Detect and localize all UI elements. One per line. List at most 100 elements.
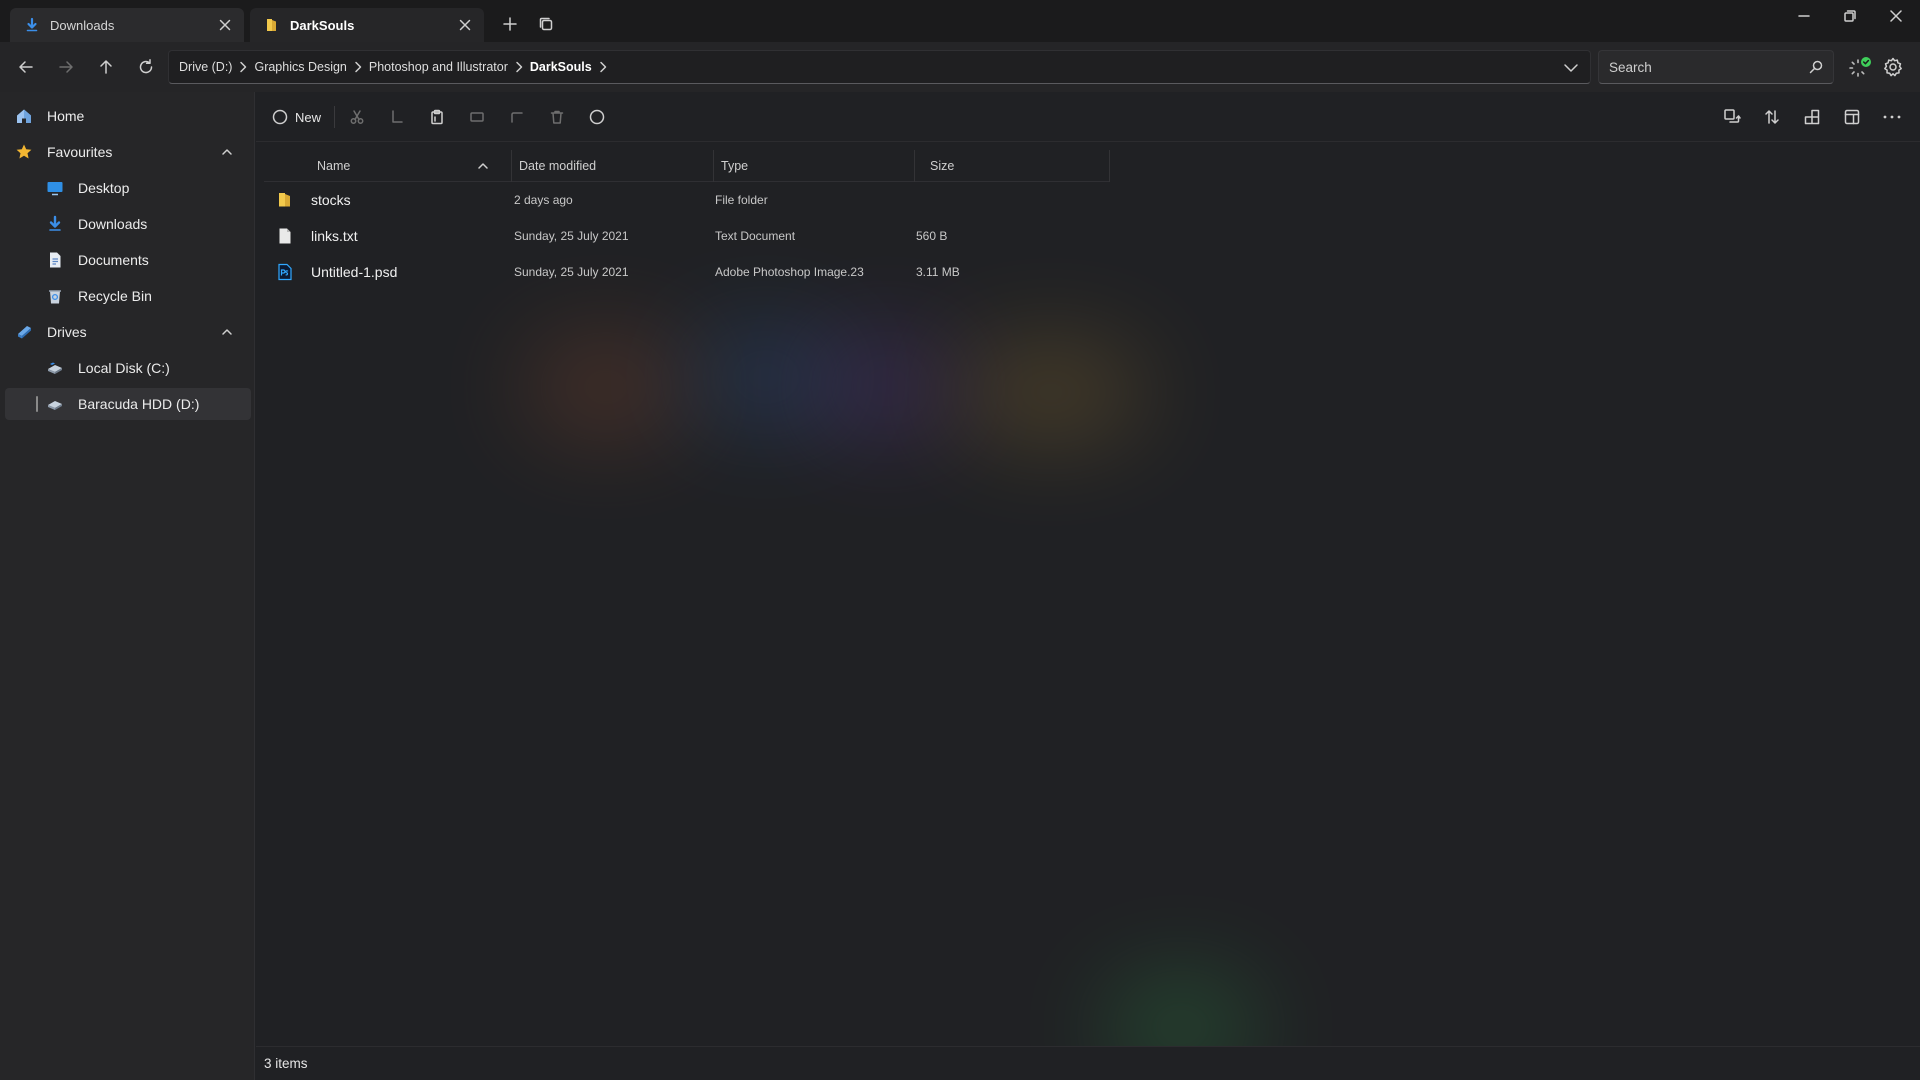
chevron-up-icon[interactable]: [221, 326, 233, 338]
background-glow: [816, 342, 956, 432]
sort-button[interactable]: [1761, 106, 1783, 128]
refresh-button[interactable]: [133, 54, 159, 80]
file-date: 2 days ago: [514, 193, 573, 207]
sidebar-section-favourites[interactable]: Favourites: [5, 136, 251, 168]
column-divider[interactable]: [1109, 150, 1110, 182]
home-icon: [17, 109, 31, 123]
table-row[interactable]: links.txt Sunday, 25 July 2021 Text Docu…: [264, 218, 1110, 254]
gear-icon[interactable]: [1882, 56, 1904, 78]
plus-circle-icon: [272, 109, 288, 125]
column-header-date[interactable]: Date modified: [519, 150, 596, 182]
address-bar[interactable]: Drive (D:) Graphics Design Photoshop and…: [168, 50, 1591, 84]
duplicate-tab-button[interactable]: [536, 14, 556, 34]
sidebar-section-drives[interactable]: Drives: [5, 316, 251, 348]
scissors-icon: [350, 110, 364, 124]
chevron-right-icon[interactable]: [596, 60, 610, 74]
column-divider[interactable]: [511, 150, 512, 182]
close-window-button[interactable]: [1873, 0, 1919, 32]
file-icon-cell: [276, 254, 296, 290]
search-input[interactable]: [1609, 59, 1809, 75]
delete-button[interactable]: [546, 106, 568, 128]
file-size: 3.11 MB: [916, 265, 960, 279]
preview-pane-button[interactable]: [1841, 106, 1863, 128]
sidebar-item-baracuda-hdd-d[interactable]: Baracuda HDD (D:): [5, 388, 251, 420]
sidebar-item-downloads[interactable]: Downloads: [5, 208, 251, 240]
cut-button[interactable]: [346, 106, 368, 128]
column-header-size[interactable]: Size: [930, 150, 954, 182]
column-header-name[interactable]: Name: [317, 150, 350, 182]
trash-icon: [550, 110, 564, 124]
restore-icon: [1844, 10, 1856, 22]
breadcrumb-drive[interactable]: Drive (D:): [179, 60, 232, 74]
search-box[interactable]: [1598, 50, 1834, 84]
tab-darksouls[interactable]: DarkSouls: [250, 8, 484, 42]
download-icon: [26, 17, 38, 32]
toolbar-divider: [334, 106, 335, 128]
chevron-down-icon[interactable]: [1562, 59, 1580, 77]
plus-icon: [503, 17, 517, 31]
file-type: Text Document: [715, 229, 796, 243]
chevron-right-icon[interactable]: [351, 60, 365, 74]
chevron-up-icon[interactable]: [477, 160, 489, 172]
folder-icon: [279, 193, 290, 207]
file-date: Sunday, 25 July 2021: [514, 265, 629, 279]
paste-button[interactable]: [426, 106, 448, 128]
copy-path-icon: [392, 110, 403, 123]
new-tab-button[interactable]: [500, 14, 520, 34]
table-row[interactable]: stocks 2 days ago File folder: [264, 182, 1110, 218]
sidebar-item-documents[interactable]: Documents: [5, 244, 251, 276]
more-icon: [1883, 115, 1901, 119]
sidebar-item-label: Local Disk (C:): [78, 360, 170, 376]
breadcrumb-photoshop-illustrator[interactable]: Photoshop and Illustrator: [369, 60, 508, 74]
rename-button[interactable]: [466, 106, 488, 128]
search-icon[interactable]: [1809, 60, 1823, 74]
sidebar-item-local-disk-c[interactable]: Local Disk (C:): [5, 352, 251, 384]
column-divider[interactable]: [914, 150, 915, 182]
new-button-label: New: [295, 109, 322, 125]
sidebar-item-home[interactable]: Home: [5, 100, 251, 132]
column-header-type[interactable]: Type: [721, 150, 748, 182]
sync-folders-button[interactable]: [1721, 106, 1743, 128]
share-button[interactable]: [506, 106, 528, 128]
column-divider[interactable]: [713, 150, 714, 182]
more-options-button[interactable]: [1881, 106, 1903, 128]
breadcrumb-current[interactable]: DarkSouls: [530, 60, 592, 74]
chevron-up-icon[interactable]: [221, 146, 233, 158]
command-toolbar: New: [256, 92, 1920, 142]
layout-icon: [1804, 109, 1820, 125]
file-date: Sunday, 25 July 2021: [514, 229, 629, 243]
file-name: links.txt: [311, 228, 358, 244]
table-row[interactable]: Untitled-1.psd Sunday, 25 July 2021 Adob…: [264, 254, 1110, 290]
tab-downloads[interactable]: Downloads: [10, 8, 244, 42]
sidebar-item-recycle-bin[interactable]: Recycle Bin: [5, 280, 251, 312]
share-icon: [511, 112, 523, 123]
item-count: 3 items: [264, 1056, 308, 1071]
star-icon: [16, 144, 32, 159]
minimize-icon: [1798, 15, 1810, 17]
copy-path-button[interactable]: [386, 106, 408, 128]
back-button[interactable]: [13, 54, 39, 80]
sidebar-section-label: Favourites: [47, 144, 113, 160]
disk-drive-icon: [48, 401, 62, 410]
sidebar-item-label: Desktop: [78, 180, 130, 196]
preview-pane-icon: [1844, 109, 1860, 125]
properties-button[interactable]: [586, 106, 608, 128]
arrow-right-icon: [59, 61, 73, 73]
close-icon[interactable]: [218, 18, 232, 32]
minimize-button[interactable]: [1781, 0, 1827, 32]
new-button[interactable]: New: [272, 105, 321, 129]
sidebar-item-desktop[interactable]: Desktop: [5, 172, 251, 204]
layout-button[interactable]: [1801, 106, 1823, 128]
breadcrumb-graphics-design[interactable]: Graphics Design: [254, 60, 346, 74]
chevron-right-icon[interactable]: [236, 60, 250, 74]
up-button[interactable]: [93, 54, 119, 80]
duplicate-icon: [539, 17, 553, 31]
file-name: Untitled-1.psd: [311, 264, 398, 280]
refresh-icon: [139, 59, 153, 74]
tab-label: DarkSouls: [290, 17, 355, 33]
forward-button[interactable]: [53, 54, 79, 80]
chevron-right-icon[interactable]: [512, 60, 526, 74]
sync-status-icon[interactable]: [1846, 54, 1874, 82]
close-icon[interactable]: [458, 18, 472, 32]
restore-button[interactable]: [1827, 0, 1873, 32]
